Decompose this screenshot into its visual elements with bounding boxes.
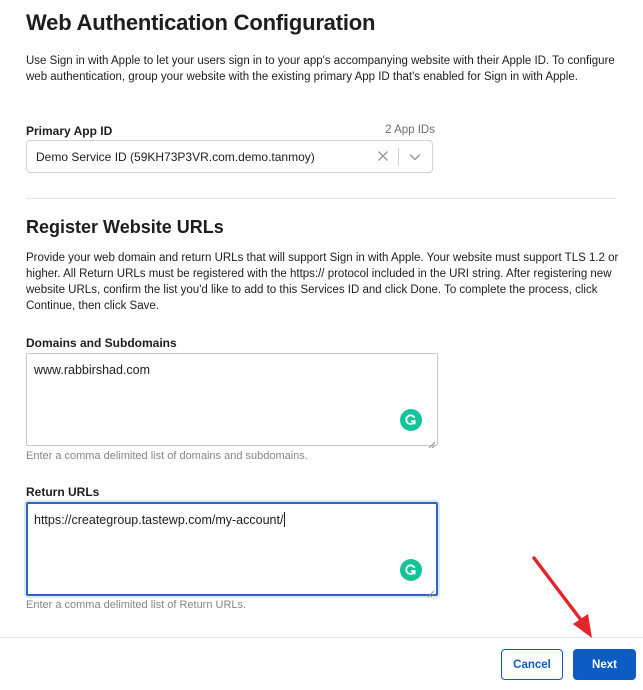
cancel-button[interactable]: Cancel: [501, 649, 563, 680]
red-arrow-annotation: [532, 556, 592, 638]
domains-value: www.rabbirshad.com: [34, 363, 151, 377]
primary-app-id-label: Primary App ID: [26, 124, 113, 138]
section-divider: [26, 198, 616, 199]
grammarly-icon[interactable]: [400, 409, 422, 431]
text-caret: [284, 512, 286, 527]
close-icon[interactable]: [374, 147, 392, 165]
return-urls-label: Return URLs: [26, 485, 100, 499]
primary-app-id-value: Demo Service ID (59KH73P3VR.com.demo.tan…: [36, 150, 315, 164]
chevron-down-icon[interactable]: [406, 148, 424, 166]
domains-label: Domains and Subdomains: [26, 336, 177, 350]
footer-bar: Cancel Next: [0, 637, 643, 690]
web-auth-config-page: Web Authentication Configuration Use Sig…: [0, 0, 643, 690]
grammarly-icon[interactable]: [400, 559, 422, 581]
primary-app-id-select[interactable]: Demo Service ID (59KH73P3VR.com.demo.tan…: [26, 140, 433, 173]
resize-handle[interactable]: [427, 585, 435, 598]
return-urls-textarea[interactable]: https://creategroup.tastewp.com/my-accou…: [26, 502, 438, 598]
register-section-description: Provide your web domain and return URLs …: [26, 252, 619, 312]
app-id-count: 2 App IDs: [385, 124, 435, 136]
domains-textarea[interactable]: www.rabbirshad.com: [26, 353, 438, 449]
page-title: Web Authentication Configuration: [26, 10, 376, 35]
page-description: Use Sign in with Apple to let your users…: [26, 55, 615, 83]
return-urls-value-wrap: https://creategroup.tastewp.com/my-accou…: [34, 512, 286, 527]
return-urls-value: https://creategroup.tastewp.com/my-accou…: [34, 513, 284, 527]
select-separator: [398, 148, 399, 166]
resize-handle[interactable]: [428, 436, 436, 449]
register-section-title: Register Website URLs: [26, 217, 224, 237]
next-button[interactable]: Next: [573, 649, 636, 680]
return-urls-hint: Enter a comma delimited list of Return U…: [26, 599, 247, 611]
domains-hint: Enter a comma delimited list of domains …: [26, 450, 308, 462]
